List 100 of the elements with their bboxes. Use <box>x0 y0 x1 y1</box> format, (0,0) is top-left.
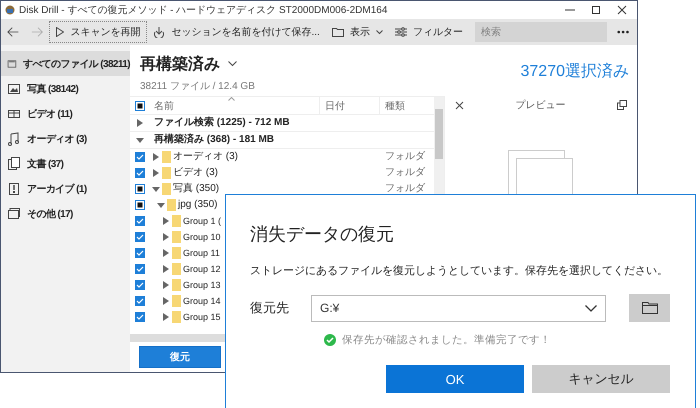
destination-label: 復元先 <box>250 299 290 317</box>
category-icon <box>7 132 21 146</box>
sort-caret-icon <box>228 97 235 101</box>
collapsed-arrow-icon[interactable] <box>162 281 170 289</box>
folder-icon <box>172 231 181 243</box>
maximize-icon[interactable] <box>591 5 601 15</box>
category-icon <box>7 82 21 96</box>
type-cell: フォルダ <box>385 183 425 195</box>
sidebar-item[interactable]: 文書 (37) <box>1 151 130 176</box>
view-button[interactable]: 表示 <box>326 21 389 43</box>
cancel-button[interactable]: キャンセル <box>532 365 670 393</box>
back-arrow-icon[interactable] <box>7 26 20 38</box>
folder-name[interactable]: Group 15 <box>183 311 221 323</box>
destination-dropdown[interactable]: G:¥ <box>311 294 606 322</box>
collapsed-arrow-icon[interactable] <box>152 153 160 161</box>
chevron-down-icon[interactable] <box>228 61 237 67</box>
checkbox[interactable] <box>135 168 145 178</box>
checkbox[interactable] <box>135 248 145 258</box>
copy-icon[interactable] <box>617 100 627 110</box>
checkbox[interactable] <box>135 216 145 226</box>
collapsed-arrow-icon[interactable] <box>162 233 170 241</box>
folder-name[interactable]: Group 14 <box>183 295 221 307</box>
folder-name[interactable]: Group 10 <box>183 231 221 243</box>
folder-icon <box>172 279 181 291</box>
expanded-arrow-icon[interactable] <box>152 185 160 193</box>
collapsed-arrow-icon[interactable] <box>162 249 170 257</box>
checkbox[interactable] <box>135 100 145 110</box>
folder-icon <box>642 302 658 314</box>
category-icon <box>7 182 21 196</box>
save-session-button[interactable]: セッションを名前を付けて保存... <box>147 21 326 43</box>
checkbox[interactable] <box>135 296 145 306</box>
collapsed-arrow-icon[interactable] <box>162 265 170 273</box>
sidebar-item[interactable]: オーディオ (3) <box>1 126 130 151</box>
folder-icon <box>332 27 344 37</box>
checkbox[interactable] <box>135 200 145 210</box>
column-header[interactable]: 日付 <box>320 97 380 114</box>
check-circle-icon <box>324 334 336 346</box>
window-title: Disk Drill - すべての復元メソッド - ハードウェアディスク ST2000DM006-2DM164 <box>19 4 388 17</box>
chevron-down-icon <box>585 304 597 312</box>
folder-icon <box>162 183 171 195</box>
selected-count: 37270選択済み <box>520 62 629 82</box>
checkbox[interactable] <box>135 312 145 322</box>
folder-name[interactable]: Group 1 ( <box>183 215 222 227</box>
collapsed-arrow-icon[interactable] <box>152 169 160 177</box>
dialog-title: 消失データの復元 <box>250 223 395 246</box>
folder-icon <box>172 215 181 227</box>
expanded-arrow-icon[interactable] <box>157 201 165 209</box>
collapsed-arrow-icon[interactable] <box>162 217 170 225</box>
close-icon[interactable] <box>617 5 627 15</box>
summary-text: 38211 ファイル / 12.4 GB <box>140 80 255 93</box>
collapsed-arrow-icon[interactable] <box>136 119 144 127</box>
checkbox[interactable] <box>135 152 145 162</box>
sidebar-item[interactable]: その他 (17) <box>1 201 130 226</box>
checkbox[interactable] <box>135 264 145 274</box>
type-cell: フォルダ <box>385 167 425 179</box>
restore-button[interactable]: 復元 <box>139 346 221 368</box>
checkbox[interactable] <box>135 280 145 290</box>
rescan-button[interactable]: スキャンを再開 <box>49 21 148 43</box>
folder-icon <box>172 311 181 323</box>
checkbox[interactable] <box>135 184 145 194</box>
folder-name[interactable]: 写真 (350) <box>173 183 220 195</box>
folder-icon <box>172 263 181 275</box>
folder-name[interactable]: jpg (350) <box>178 199 218 211</box>
checkbox[interactable] <box>135 232 145 242</box>
sidebar-item[interactable]: ビデオ (11) <box>1 101 130 126</box>
search-field[interactable]: 検索 <box>474 22 607 42</box>
folder-name[interactable]: Group 11 <box>183 247 220 259</box>
sidebar-item[interactable]: 写真 (38142) <box>1 76 130 101</box>
play-icon <box>56 27 64 37</box>
folder-icon <box>162 151 171 163</box>
view-title: 再構築済み <box>140 54 220 74</box>
folder-icon <box>172 295 181 307</box>
preview-title: プレビュー <box>516 98 566 112</box>
section-label: ファイル検索 (1225) - 712 MB <box>154 117 290 129</box>
app-icon <box>5 5 15 15</box>
sidebar-item[interactable]: すべてのファイル (38211) <box>1 51 130 76</box>
more-icon[interactable] <box>616 30 629 34</box>
folder-name[interactable]: ビデオ (3) <box>173 167 218 179</box>
collapsed-arrow-icon[interactable] <box>162 313 170 321</box>
folder-name[interactable]: オーディオ (3) <box>173 151 238 163</box>
browse-folder-button[interactable] <box>629 294 670 322</box>
expanded-arrow-icon[interactable] <box>136 136 144 144</box>
column-header[interactable]: 種類 <box>380 98 405 112</box>
collapsed-arrow-icon[interactable] <box>162 297 170 305</box>
sliders-icon <box>394 27 407 37</box>
filter-button[interactable]: フィルター <box>388 21 469 43</box>
folder-name[interactable]: Group 13 <box>183 279 221 291</box>
sidebar-item[interactable]: アーカイブ (1) <box>1 176 130 201</box>
type-cell: フォルダ <box>385 151 425 163</box>
category-icon <box>7 156 21 170</box>
folder-icon <box>167 199 176 211</box>
ok-button[interactable]: OK <box>386 365 524 393</box>
column-header[interactable]: 名前 <box>150 97 320 114</box>
folder-name[interactable]: Group 12 <box>183 263 221 275</box>
folder-icon <box>172 247 181 259</box>
close-icon[interactable] <box>455 100 464 110</box>
download-icon <box>153 26 166 38</box>
status-text: 保存先が確認されました。準備完了です！ <box>342 333 551 347</box>
category-icon <box>7 206 21 220</box>
section-label: 再構築済み (368) - 181 MB <box>154 134 274 146</box>
